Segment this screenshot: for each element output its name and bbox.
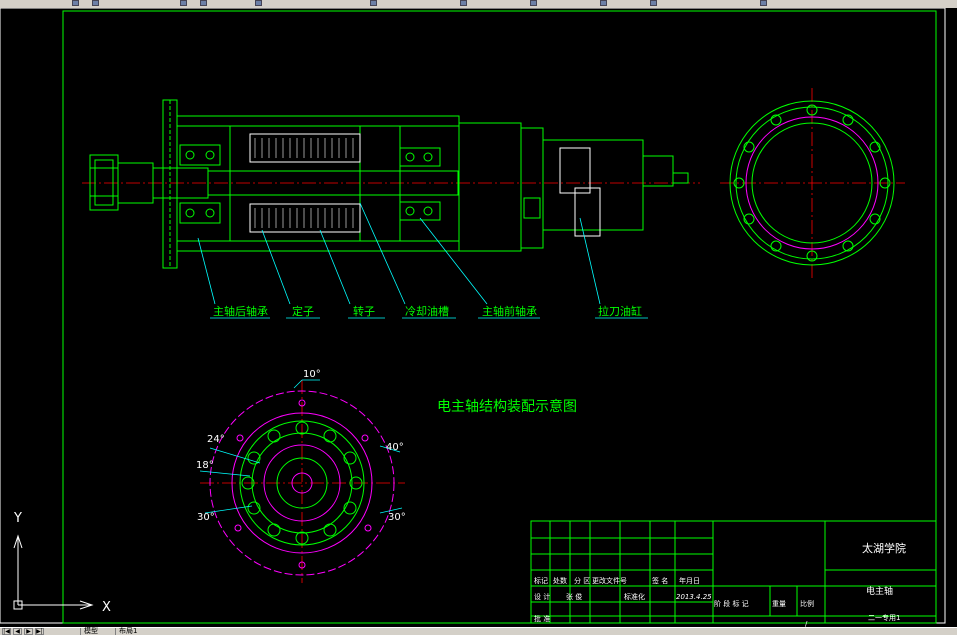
- end-view-front: [199, 379, 405, 583]
- tb-date: 2013.4.25: [676, 593, 712, 601]
- ucs-y-label: Y: [13, 511, 22, 526]
- tb-zone: 分 区: [574, 576, 590, 585]
- angle-top: 10°: [303, 369, 321, 380]
- drawing-viewport[interactable]: 主轴后轴承 定子 转子 冷却油槽 主轴前轴承 拉刀油缸 10° 24° 18° …: [0, 8, 957, 627]
- sheet-border: [0, 8, 946, 624]
- callout-rotor: 转子: [353, 304, 375, 318]
- tb-sign: 签 名: [652, 576, 668, 585]
- end-view-right: [720, 88, 905, 280]
- drawing-title: 电主轴结构装配示意图: [437, 398, 577, 415]
- drawing-canvas[interactable]: 主轴后轴承 定子 转子 冷却油槽 主轴前轴承 拉刀油缸 10° 24° 18° …: [0, 8, 957, 627]
- angle-lower-right: 30°: [388, 512, 406, 523]
- tb-part-name: 电主轴: [866, 585, 893, 597]
- callout-labels: 主轴后轴承 定子 转子 冷却油槽 主轴前轴承 拉刀油缸: [213, 304, 642, 318]
- tb-designer: 张 俊: [566, 592, 582, 601]
- callout-pull-cylinder: 拉刀油缸: [598, 304, 642, 318]
- tb-change-doc: 更改文件号: [592, 576, 627, 585]
- open-icon[interactable]: [72, 0, 79, 6]
- save-icon[interactable]: [92, 0, 99, 6]
- pan-icon[interactable]: [460, 0, 467, 6]
- layer-icon[interactable]: [650, 0, 657, 6]
- tb-stage: 阶 段 标 记: [714, 599, 749, 608]
- callout-cooling-groove: 冷却油槽: [405, 304, 449, 318]
- angle-upper-left: 24°: [207, 434, 225, 445]
- copy-icon[interactable]: [255, 0, 262, 6]
- cut-icon[interactable]: [200, 0, 207, 6]
- properties-icon[interactable]: [600, 0, 607, 6]
- angle-lower-left: 30°: [197, 512, 215, 523]
- tb-weight: 重量: [772, 600, 786, 608]
- angle-upper-right: 40°: [386, 442, 404, 453]
- callout-front-bearing: 主轴前轴承: [482, 304, 537, 318]
- angle-left: 18°: [196, 460, 214, 471]
- tb-date-label: 年月日: [679, 576, 700, 585]
- tb-designer-label: 设 计: [534, 592, 550, 601]
- help-icon[interactable]: [760, 0, 767, 6]
- tb-count: 处数: [553, 576, 567, 585]
- ucs-x-label: X: [102, 600, 111, 615]
- tb-partial: 二一专用1: [868, 613, 900, 622]
- print-icon[interactable]: [180, 0, 187, 6]
- callout-rear-bearing: 主轴后轴承: [213, 304, 268, 318]
- tb-standard: 标准化: [624, 592, 645, 601]
- tb-approve: 批 准: [534, 614, 550, 623]
- callout-stator: 定子: [292, 304, 314, 318]
- undo-icon[interactable]: [370, 0, 377, 6]
- tb-ratio: 比例: [800, 599, 814, 608]
- tb-mark: 标记: [534, 576, 548, 585]
- ucs-icon: [13, 534, 94, 610]
- spindle-section-view: [82, 99, 700, 269]
- zoom-icon[interactable]: [530, 0, 537, 6]
- tb-school: 太湖学院: [862, 541, 906, 555]
- angle-labels: 10° 24° 18° 30° 40° 30°: [196, 369, 406, 523]
